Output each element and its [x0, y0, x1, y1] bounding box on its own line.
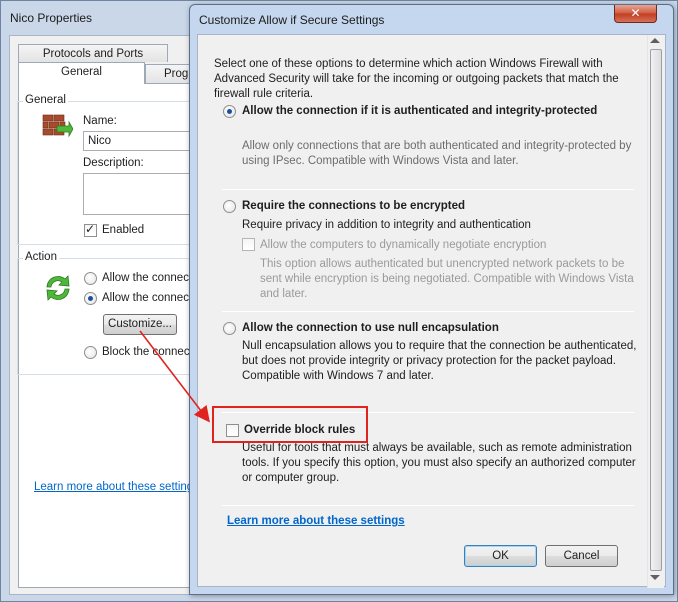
- action-group-label: Action: [23, 251, 59, 263]
- description-input[interactable]: [83, 173, 193, 215]
- option-authenticated-desc: Allow only connections that are both aut…: [242, 140, 632, 167]
- checkmark-icon: ✓: [85, 222, 96, 236]
- ok-button[interactable]: OK: [464, 545, 537, 567]
- dialog-body: Select one of these options to determine…: [197, 34, 666, 588]
- general-group-label: General: [23, 94, 68, 106]
- name-input[interactable]: Nico: [83, 131, 193, 151]
- customize-dialog: Customize Allow if Secure Settings ✕ Sel…: [189, 4, 674, 595]
- scrollbar[interactable]: [647, 35, 664, 588]
- highlight-box: [212, 406, 368, 443]
- option-null-encapsulation-radio[interactable]: [223, 322, 236, 335]
- scroll-thumb[interactable]: [650, 49, 662, 571]
- negotiate-encryption-checkbox[interactable]: [242, 238, 255, 251]
- separator: [222, 505, 634, 506]
- option-null-encapsulation-label[interactable]: Allow the connection to use null encapsu…: [242, 321, 499, 336]
- option-encrypted-label[interactable]: Require the connections to be encrypted: [242, 199, 465, 214]
- negotiate-encryption-label: Allow the computers to dynamically negot…: [260, 239, 547, 251]
- negotiate-encryption-desc: This option allows authenticated but une…: [260, 258, 634, 300]
- back-allow-radio[interactable]: [84, 272, 97, 285]
- close-button[interactable]: ✕: [614, 5, 657, 23]
- back-allow-secure-radio[interactable]: [84, 292, 97, 305]
- separator: [222, 189, 634, 190]
- enabled-checkbox[interactable]: ✓: [84, 222, 97, 237]
- back-learn-more-link[interactable]: Learn more about these settings: [34, 481, 199, 493]
- option-null-encapsulation-desc: Null encapsulation allows you to require…: [242, 340, 637, 382]
- intro-text: Select one of these options to determine…: [214, 58, 619, 100]
- option-encrypted-desc: Require privacy in addition to integrity…: [242, 219, 531, 231]
- tab-protocols-and-ports[interactable]: Protocols and Ports: [18, 44, 168, 62]
- description-label: Description:: [83, 157, 144, 169]
- cancel-button[interactable]: Cancel: [545, 545, 618, 567]
- back-block-radio-label: Block the connecti: [102, 346, 196, 358]
- sync-arrows-icon: [46, 275, 70, 301]
- back-allow-secure-radio-label: Allow the connecti: [102, 292, 195, 304]
- scroll-down-icon[interactable]: [650, 575, 660, 580]
- override-block-rules-desc: Useful for tools that must always be ava…: [242, 442, 636, 484]
- customize-button[interactable]: Customize...: [103, 314, 177, 335]
- enabled-label: Enabled: [102, 224, 145, 236]
- tab-general[interactable]: General: [18, 62, 145, 84]
- back-window-title: Nico Properties: [10, 11, 93, 25]
- firewall-icon: [42, 114, 73, 138]
- dialog-title: Customize Allow if Secure Settings: [199, 13, 385, 27]
- back-block-radio[interactable]: [84, 346, 97, 359]
- back-allow-radio-label: Allow the connecti: [102, 272, 195, 284]
- name-label: Name:: [83, 115, 117, 127]
- option-authenticated-label[interactable]: Allow the connection if it is authentica…: [242, 104, 597, 119]
- option-authenticated-radio[interactable]: [223, 105, 236, 118]
- separator: [222, 311, 634, 312]
- scroll-up-icon[interactable]: [650, 38, 660, 43]
- option-encrypted-radio[interactable]: [223, 200, 236, 213]
- close-icon: ✕: [630, 6, 641, 20]
- dialog-learn-more-link[interactable]: Learn more about these settings: [227, 515, 405, 527]
